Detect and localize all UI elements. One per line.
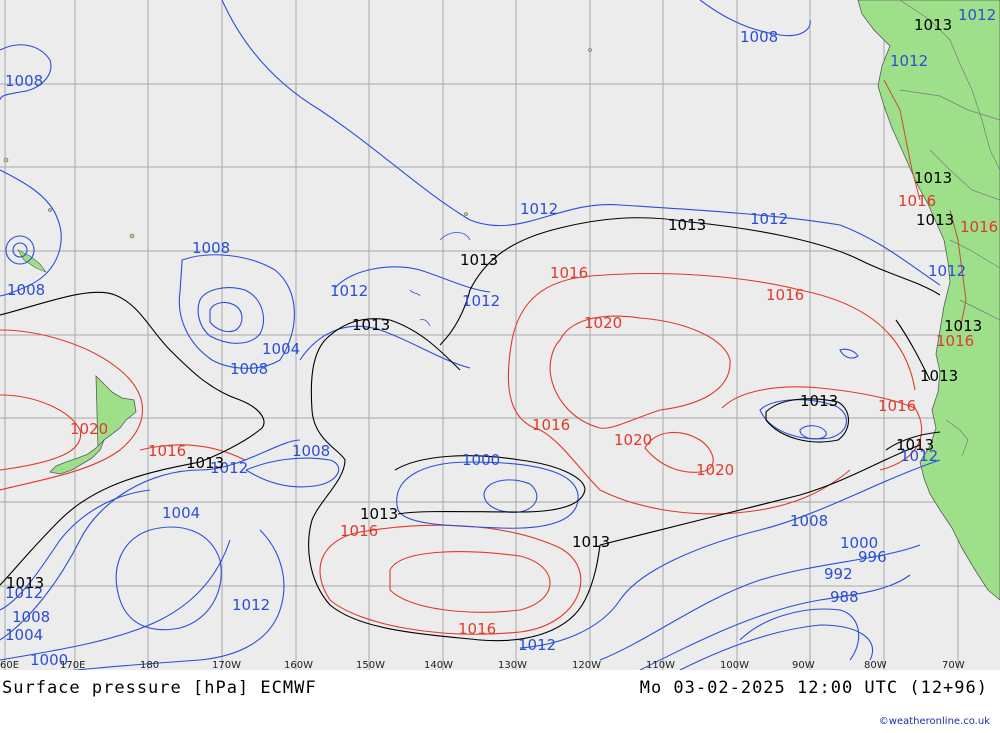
land-south-america <box>857 0 1000 601</box>
isobar-label-blue: 1008 <box>790 512 828 530</box>
isobar-label-red: 1016 <box>960 218 998 236</box>
isobar-label-blue: 1008 <box>230 360 268 378</box>
isobar-label-blue: 1008 <box>740 28 778 46</box>
longitude-label: 180 <box>140 660 159 670</box>
isobar-label-black: 1013 <box>944 317 982 335</box>
isobar-label-blue: 1008 <box>5 72 43 90</box>
isobar-label-blue: 988 <box>830 588 859 606</box>
isobar-label-red: 1020 <box>614 431 652 449</box>
isobar-label-black: 1013 <box>914 16 952 34</box>
longitude-label: 110W <box>646 660 675 670</box>
isobar-label-blue: 1004 <box>5 626 43 644</box>
isobar-label-blue: 1012 <box>330 282 368 300</box>
isobar-label-red: 1020 <box>696 461 734 479</box>
longitude-label: 80W <box>864 660 887 670</box>
valid-time: Mo 03-02-2025 12:00 UTC (12+96) <box>639 678 988 698</box>
isobar-label-blue: 1012 <box>958 6 996 24</box>
isobar-label-black: 1013 <box>186 454 224 472</box>
isobar-label-black: 1013 <box>896 436 934 454</box>
coast-details <box>409 232 471 327</box>
isobar-label-red: 1016 <box>898 192 936 210</box>
isobar-label-blue: 996 <box>858 548 887 566</box>
isobar-1013 <box>0 217 941 642</box>
isobar-label-red: 1016 <box>766 286 804 304</box>
longitude-label: 60E <box>0 660 19 670</box>
isobar-label-blue: 1012 <box>462 292 500 310</box>
isobar-label-blue: 1000 <box>462 451 500 469</box>
credit-link[interactable]: ©weatheronline.co.uk <box>879 716 990 727</box>
isobar-label-red: 1020 <box>584 314 622 332</box>
isobar-label-blue: 1008 <box>12 608 50 626</box>
isobars-high <box>0 272 923 635</box>
isobar-label-blue: 992 <box>824 565 853 583</box>
isobar-label-black: 1013 <box>668 216 706 234</box>
isobar-label-black: 1013 <box>914 169 952 187</box>
isobar-label-blue: 1012 <box>520 200 558 218</box>
isobar-label-red: 1016 <box>532 416 570 434</box>
isobar-label-red: 1016 <box>340 522 378 540</box>
isobar-label-red: 1016 <box>550 264 588 282</box>
longitude-label: 130W <box>498 660 527 670</box>
isobar-label-red: 1016 <box>458 620 496 638</box>
longitude-label: 150W <box>356 660 385 670</box>
isobar-label-black: 1013 <box>916 211 954 229</box>
isobar-label-blue: 1004 <box>162 504 200 522</box>
isobar-label-red: 1020 <box>70 420 108 438</box>
isobar-label-blue: 1012 <box>232 596 270 614</box>
isobar-label-black: 1013 <box>360 505 398 523</box>
longitude-label: 170E <box>60 660 85 670</box>
isobar-label-blue: 1012 <box>750 210 788 228</box>
isobar-label-black: 1013 <box>572 533 610 551</box>
longitude-label: 140W <box>424 660 453 670</box>
isobar-label-blue: 1004 <box>262 340 300 358</box>
isobar-label-blue: 1012 <box>928 262 966 280</box>
isobar-label-blue: 1008 <box>7 281 45 299</box>
isobar-label-blue: 1012 <box>890 52 928 70</box>
longitude-label: 90W <box>792 660 815 670</box>
longitude-label: 170W <box>212 660 241 670</box>
map-area: 1008 1008 1008 1008 1012 1012 1012 1012 1012 1004… <box>0 0 1000 670</box>
isobar-label-red: 1016 <box>148 442 186 460</box>
map-title: Surface pressure [hPa] ECMWF <box>2 678 317 698</box>
longitude-label: 120W <box>572 660 601 670</box>
longitude-label: 100W <box>720 660 749 670</box>
isobar-label-black: 1013 <box>800 392 838 410</box>
longitude-labels: 60E 170E 180 170W 160W 150W 140W 130W 120W 110W 10… <box>0 660 965 670</box>
isobar-label-black: 1013 <box>920 367 958 385</box>
isobar-label-red: 1016 <box>878 397 916 415</box>
isobar-label-black: 1013 <box>6 574 44 592</box>
isobar-label-blue: 1008 <box>192 239 230 257</box>
isobar-label-black: 1013 <box>460 251 498 269</box>
isobar-label-blue: 1012 <box>518 636 556 654</box>
isobar-label-black: 1013 <box>352 316 390 334</box>
longitude-label: 70W <box>942 660 965 670</box>
islands <box>3 48 592 273</box>
isobar-labels-blue: 1008 1008 1008 1008 1012 1012 1012 1012 1012 1004… <box>5 6 996 669</box>
isobar-label-blue: 1008 <box>292 442 330 460</box>
longitude-label: 160W <box>284 660 313 670</box>
